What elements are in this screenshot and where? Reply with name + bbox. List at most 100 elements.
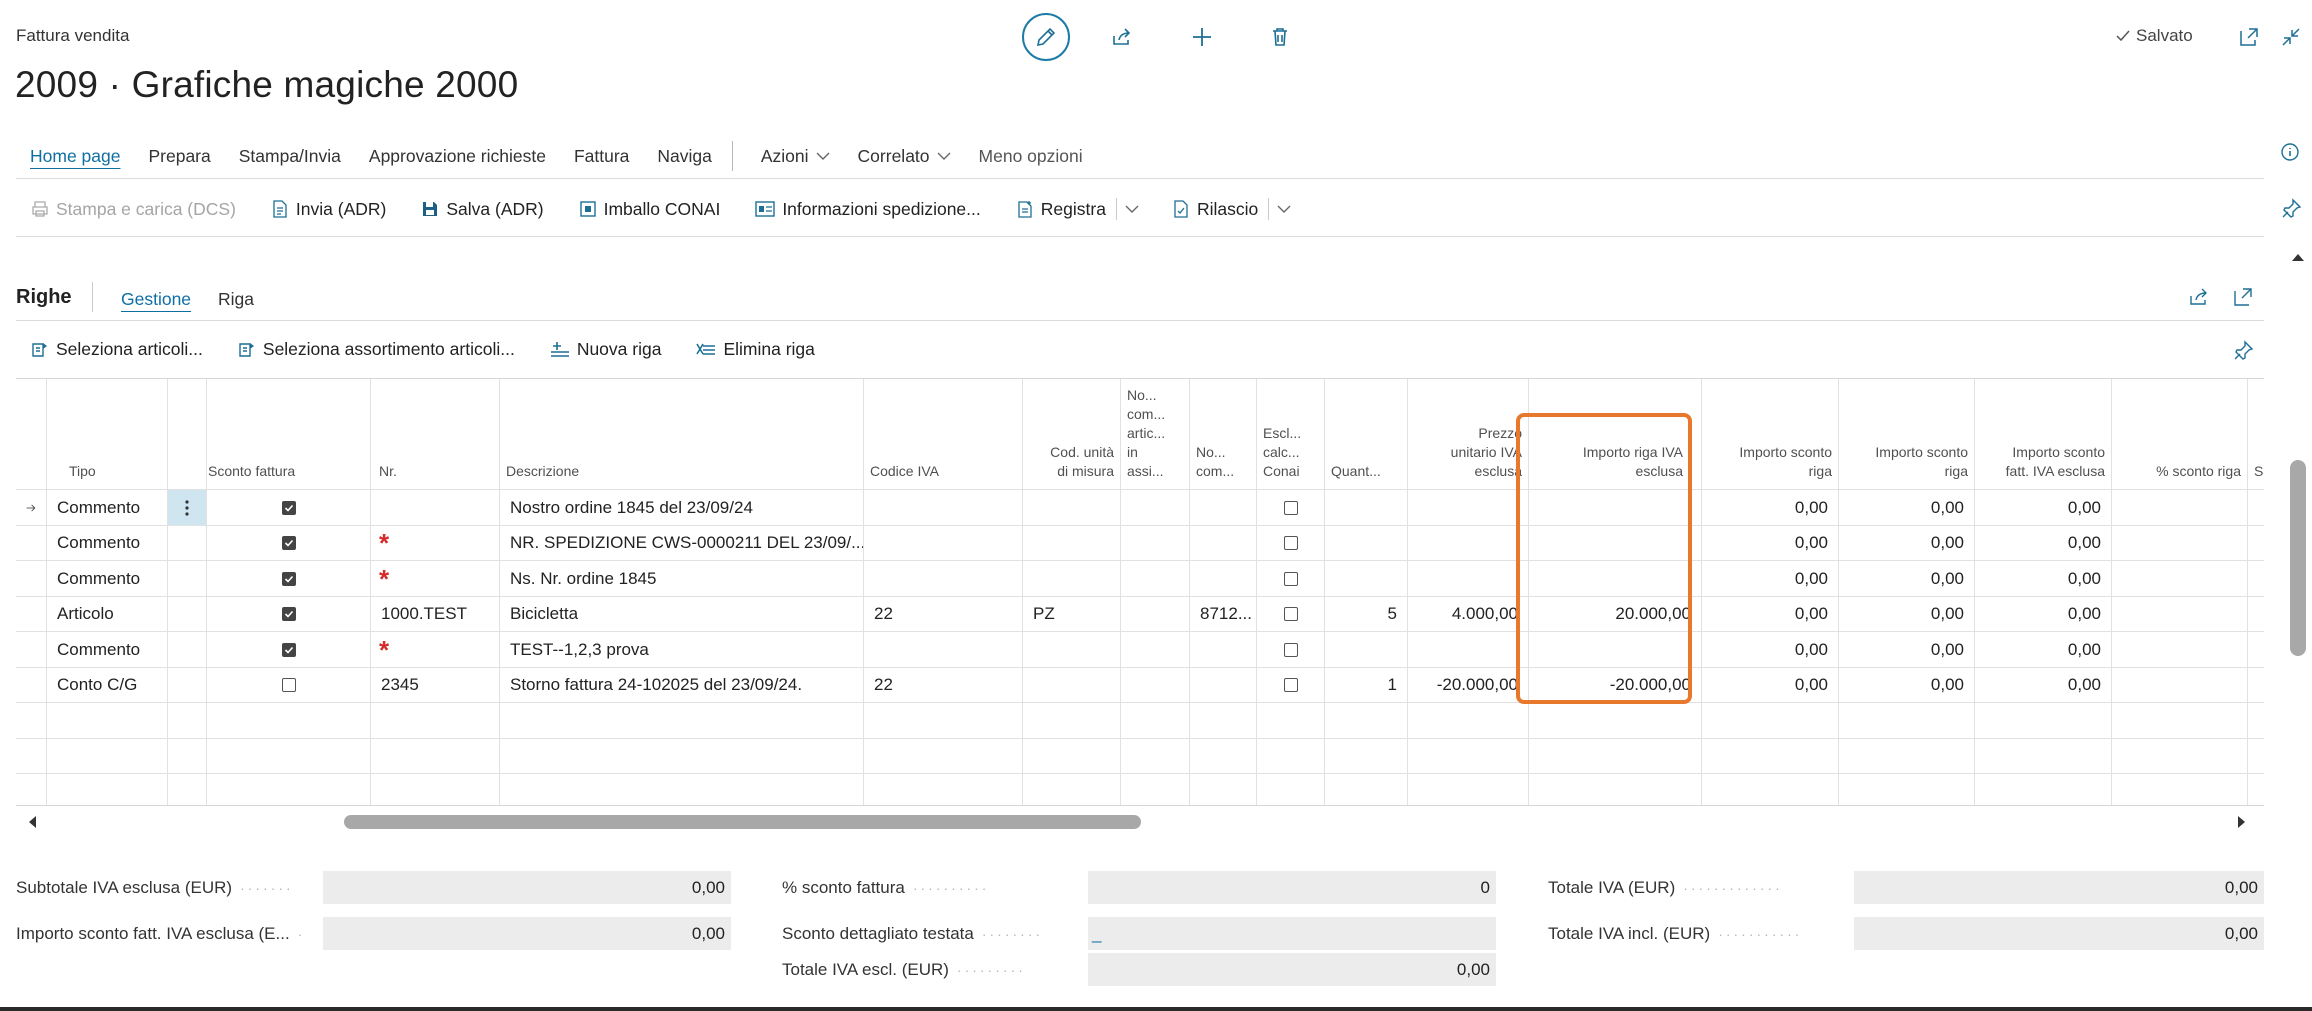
scroll-right-button[interactable]	[2236, 814, 2248, 830]
cell-codice_iva[interactable]	[864, 525, 1023, 561]
cell-sco[interactable]	[2248, 561, 2264, 596]
cell-arrow[interactable]	[16, 667, 47, 703]
table-row[interactable]: Articolo 1000.TEST Bicicletta 22 PZ 8712... 5 4…	[16, 595, 2264, 632]
cell-escl[interactable]	[1257, 632, 1325, 667]
cell-tipo[interactable]	[47, 774, 168, 805]
cell-prezzo[interactable]	[1408, 774, 1529, 805]
cell-no_com[interactable]	[1190, 525, 1257, 561]
cell-importo[interactable]	[1529, 738, 1702, 774]
cell-sconto_riga2[interactable]: 0,00	[1839, 561, 1975, 596]
cell-nr[interactable]	[371, 490, 500, 525]
cell-escl[interactable]	[1257, 774, 1325, 805]
cell-sconto_riga[interactable]	[1702, 774, 1839, 805]
cell-sconto_riga2[interactable]	[1839, 703, 1975, 738]
cell-sconto[interactable]	[207, 525, 371, 561]
new-button[interactable]	[1178, 13, 1226, 61]
cell-arrow[interactable]	[16, 525, 47, 561]
cell-sconto[interactable]	[207, 490, 371, 525]
menu-prepara[interactable]: Prepara	[148, 146, 210, 167]
cell-sco[interactable]	[2248, 490, 2264, 525]
cell-no_com[interactable]	[1190, 774, 1257, 805]
invoice-discount-amount-value[interactable]: 0,00	[323, 917, 731, 950]
cell-descrizione[interactable]	[500, 738, 864, 774]
cell-sco[interactable]	[2248, 632, 2264, 667]
cell-blank1[interactable]	[1121, 632, 1190, 667]
cell-menu[interactable]	[168, 525, 207, 561]
cell-sco[interactable]	[2248, 774, 2264, 805]
shipping-info-button[interactable]: Informazioni spedizione...	[754, 199, 981, 220]
cell-sconto_fatt[interactable]	[1975, 738, 2112, 774]
escl-calc-conai-checkbox[interactable]	[1283, 678, 1298, 692]
cell-escl[interactable]	[1257, 525, 1325, 561]
release-button[interactable]: Rilascio	[1171, 198, 1297, 220]
table-row[interactable]: Conto C/G 2345 Storno fattura 24-102025 de…	[16, 666, 2264, 703]
escl-calc-conai-checkbox[interactable]	[1283, 607, 1298, 621]
cell-qta[interactable]	[1325, 490, 1408, 525]
cell-sco[interactable]	[2248, 597, 2264, 632]
cell-no_com[interactable]	[1190, 490, 1257, 525]
cell-sconto_riga[interactable]	[1702, 703, 1839, 738]
cell-blank1[interactable]	[1121, 525, 1190, 561]
cell-qta[interactable]	[1325, 703, 1408, 738]
escl-calc-conai-checkbox[interactable]	[1283, 642, 1298, 657]
lines-share-button[interactable]	[2188, 286, 2210, 308]
menu-correlato[interactable]: Correlato	[858, 146, 951, 167]
cell-escl[interactable]	[1257, 490, 1325, 525]
cell-tipo[interactable]: Commento	[47, 561, 168, 596]
chevron-down-icon[interactable]	[1277, 204, 1291, 214]
lines-pin-button[interactable]	[2232, 340, 2254, 362]
cell-descrizione[interactable]: NR. SPEDIZIONE CWS-0000211 DEL 23/09/...	[500, 525, 864, 561]
cell-menu[interactable]	[168, 703, 207, 738]
cell-arrow[interactable]	[16, 561, 47, 596]
cell-tipo[interactable]: Articolo	[47, 596, 168, 632]
header-escl-calc-conai[interactable]: Escl... calc... Conai	[1257, 379, 1325, 489]
cell-escl[interactable]	[1257, 703, 1325, 738]
empty-table-row[interactable]	[16, 773, 2264, 805]
cell-no_com[interactable]	[1190, 738, 1257, 774]
menu-stampa-invia[interactable]: Stampa/Invia	[239, 146, 341, 167]
cell-codice_iva[interactable]	[864, 490, 1023, 525]
cell-arrow[interactable]	[16, 596, 47, 632]
cell-menu[interactable]	[168, 632, 207, 667]
invoice-discount-percent-value[interactable]: 0	[1088, 871, 1496, 904]
cell-sco[interactable]	[2248, 703, 2264, 738]
table-row[interactable]: Commento * Ns. Nr. ordine 1845 0,00 0,00 0,00	[16, 560, 2264, 596]
cell-sconto[interactable]	[207, 738, 371, 774]
header-tipo[interactable]: Tipo	[47, 379, 168, 489]
cell-um[interactable]	[1023, 738, 1121, 774]
cell-nr[interactable]	[371, 703, 500, 738]
cell-blank1[interactable]	[1121, 561, 1190, 596]
cell-um[interactable]	[1023, 490, 1121, 525]
header-no-com-artic[interactable]: No... com... artic... in assi...	[1121, 379, 1190, 489]
cell-arrow[interactable]	[16, 774, 47, 805]
cell-prezzo[interactable]	[1408, 703, 1529, 738]
cell-prezzo[interactable]	[1408, 490, 1529, 525]
cell-qta[interactable]	[1325, 632, 1408, 667]
cell-no_com[interactable]	[1190, 632, 1257, 667]
horizontal-scrollbar-thumb[interactable]	[344, 815, 1141, 829]
empty-table-row[interactable]	[16, 702, 2264, 738]
menu-fattura[interactable]: Fattura	[574, 146, 629, 167]
header-quantita[interactable]: Quant...	[1325, 379, 1408, 489]
cell-perc[interactable]	[2112, 525, 2248, 561]
cell-sconto_riga[interactable]: 0,00	[1702, 667, 1839, 703]
cell-sconto_riga[interactable]: 0,00	[1702, 596, 1839, 632]
header-importo-sconto-riga-2[interactable]: Importo sconto riga	[1839, 379, 1975, 489]
pin-actions-button[interactable]	[2280, 198, 2302, 220]
info-button[interactable]	[2280, 142, 2300, 162]
cell-tipo[interactable]	[47, 703, 168, 738]
cell-codice_iva[interactable]	[864, 774, 1023, 805]
cell-qta[interactable]	[1325, 561, 1408, 596]
cell-tipo[interactable]: Commento	[47, 632, 168, 667]
cell-importo[interactable]	[1529, 703, 1702, 738]
cell-sconto_riga2[interactable]: 0,00	[1839, 667, 1975, 703]
cell-sconto_riga2[interactable]: 0,00	[1839, 490, 1975, 525]
cell-perc[interactable]	[2112, 667, 2248, 703]
delete-line-button[interactable]: Elimina riga	[695, 339, 815, 360]
cell-arrow[interactable]	[16, 632, 47, 667]
new-line-button[interactable]: Nuova riga	[549, 339, 661, 360]
cell-tipo[interactable]	[47, 738, 168, 774]
cell-sconto_riga2[interactable]: 0,00	[1839, 632, 1975, 667]
cell-sconto_fatt[interactable]: 0,00	[1975, 525, 2112, 561]
cell-perc[interactable]	[2112, 738, 2248, 774]
